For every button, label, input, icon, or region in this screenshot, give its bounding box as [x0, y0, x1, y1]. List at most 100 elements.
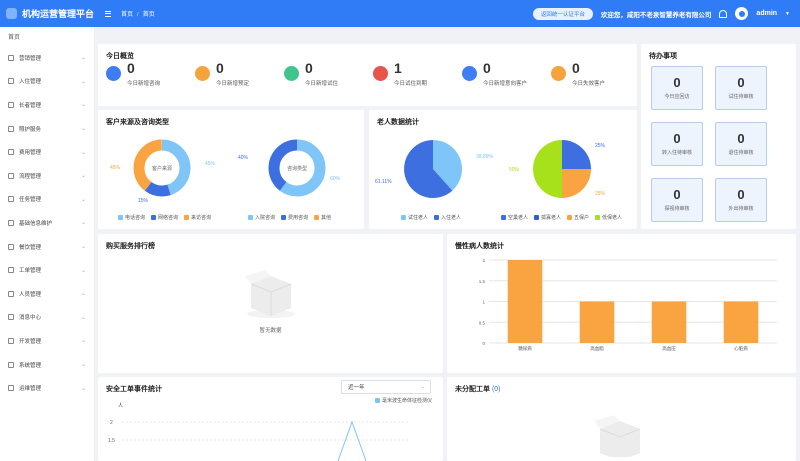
donut2-legend: 入院咨询 费用咨询 其他: [248, 214, 331, 221]
legend-item[interactable]: 空巢老人: [501, 214, 528, 221]
sidebar-item[interactable]: 运维管理 ⌄: [0, 376, 94, 400]
username[interactable]: admin: [756, 10, 777, 17]
legend-item[interactable]: 费用咨询: [281, 214, 308, 221]
staff-icon: [8, 290, 14, 297]
avatar[interactable]: [735, 7, 749, 20]
todo-item[interactable]: 0 退住待审核: [715, 122, 767, 166]
sidebar-item[interactable]: 消息中心 ⌄: [0, 306, 94, 330]
sidebar-item[interactable]: 长者管理 ⌄: [0, 93, 94, 117]
sidebar-home[interactable]: 首页: [0, 27, 94, 46]
chevron-down-icon: ⌄: [80, 102, 86, 109]
sidebar-item[interactable]: 基础信息维护 ⌄: [0, 211, 94, 235]
unassigned-card: 未分配工单 (0): [447, 377, 796, 461]
overview-stat[interactable]: 0 今日新增预定: [187, 60, 272, 88]
sidebar-item[interactable]: 费用管理 ⌄: [0, 140, 94, 164]
todo-count: 0: [737, 131, 745, 146]
sidebar-item-label: 开发管理: [19, 338, 42, 345]
sidebar-item-label: 费用管理: [19, 150, 42, 157]
overview-stat[interactable]: 0 今日失效客户: [543, 60, 628, 88]
bar: [723, 301, 759, 343]
legend-item[interactable]: 来访咨询: [184, 214, 211, 221]
sidebar-item[interactable]: 工单管理 ⌄: [0, 258, 94, 282]
menu-toggle-icon[interactable]: [95, 10, 111, 17]
overview-stat[interactable]: 0 今日新增意向客户: [454, 60, 539, 88]
unassigned-count[interactable]: (0): [492, 386, 501, 393]
todo-item[interactable]: 0 探视待审核: [651, 178, 703, 222]
legend-item[interactable]: 入住老人: [434, 214, 461, 221]
pie1-label: 61.11%: [375, 179, 392, 185]
chevron-down-icon: ⌄: [80, 220, 86, 227]
overview-stat[interactable]: 1 今日试住到期: [365, 60, 450, 88]
chevron-down-icon: ⌄: [80, 55, 86, 62]
sidebar-item-label: 消息中心: [19, 315, 42, 322]
todo-item[interactable]: 0 转入住待审核: [651, 122, 703, 166]
elder-pies: 38.89% 61.11% 25% 50% 25%: [375, 139, 606, 198]
marketing-icon: [8, 54, 14, 61]
message-icon: [8, 314, 14, 321]
stat-value: 1: [394, 60, 402, 76]
sidebar-item[interactable]: 营销管理 ⌄: [0, 46, 94, 70]
breadcrumb-item[interactable]: 首页: [121, 12, 133, 18]
sidebar-item[interactable]: 照护服务 ⌄: [0, 117, 94, 141]
sidebar-item[interactable]: 开发管理 ⌄: [0, 329, 94, 353]
catering-icon: [8, 243, 14, 250]
sidebar-item[interactable]: 系统管理 ⌄: [0, 353, 94, 377]
bar: [579, 301, 615, 343]
bar: [651, 301, 687, 343]
y-tick-label: 0: [482, 341, 485, 346]
customer-source-donuts: 客户来源 45% 45% 15% 咨询类型 40% 60%: [110, 139, 341, 204]
stat-icon: [106, 66, 121, 81]
donut2-center-label: 咨询类型: [287, 165, 307, 172]
sidebar-item[interactable]: 流程管理 ⌄: [0, 164, 94, 188]
overview-stat[interactable]: 0 今日新增咨询: [98, 60, 183, 88]
legend-item[interactable]: 试住老人: [401, 214, 428, 221]
todo-label: 转入住待审核: [661, 150, 692, 156]
welcome-text: 欢迎您，咸阳不老泉智慧养老有限公司: [600, 11, 712, 19]
donut2-label: 60%: [330, 176, 341, 182]
legend-item[interactable]: 入院咨询: [248, 214, 275, 221]
customer-source-card: 客户来源及咨询类型 客户来源 45% 45% 15% 咨询类型 40% 60% …: [98, 110, 364, 229]
legend-item[interactable]: 低保老人: [595, 214, 622, 221]
sidebar-item[interactable]: 入住管理 ⌄: [0, 70, 94, 94]
legend-item[interactable]: 孤寡老人: [534, 214, 561, 221]
chevron-down-icon[interactable]: ▼: [785, 11, 790, 17]
chevron-down-icon: ⌄: [80, 196, 86, 203]
sidebar-item[interactable]: 任务管理 ⌄: [0, 188, 94, 212]
stat-icon: [551, 66, 566, 81]
chevron-down-icon: ⌄: [80, 126, 86, 133]
stat-label: 今日试住到期: [394, 81, 428, 87]
sidebar-item[interactable]: 人员管理 ⌄: [0, 282, 94, 306]
bell-icon[interactable]: [719, 9, 728, 18]
stat-icon: [373, 66, 388, 81]
legend-item[interactable]: 电话咨询: [118, 214, 145, 221]
sidebar-item[interactable]: 餐饮管理 ⌄: [0, 235, 94, 259]
donut1-label: 45%: [110, 165, 121, 171]
app-logo-icon: [6, 8, 17, 19]
brand: 机构运营管理平台: [0, 7, 95, 20]
elder-icon: [8, 101, 14, 108]
dev-icon: [8, 337, 14, 344]
sidebar-item-label: 照护服务: [19, 126, 42, 133]
chevron-down-icon: ⌄: [80, 244, 86, 251]
return-auth-button[interactable]: 返回统一认证平台: [532, 7, 593, 20]
todo-item[interactable]: 0 试住待审核: [715, 66, 767, 110]
todo-item[interactable]: 0 外出待审核: [715, 178, 767, 222]
y-tick-label: 2: [482, 258, 485, 263]
donut1-legend: 电话咨询 网络咨询 来访咨询: [118, 214, 211, 221]
legend-item[interactable]: 网络咨询: [151, 214, 178, 221]
legend-item[interactable]: 五保户: [567, 214, 589, 221]
overview-stat[interactable]: 0 今日新增试住: [276, 60, 361, 88]
purchase-ranking-card: 购买服务排行榜 暂无数据: [98, 234, 443, 373]
overview-card: 今日概览 0 今日新增咨询 0 今日新增预定 0 今日新增试住 1 今日试住到期 0 今日新增意向…: [98, 44, 637, 106]
pie1-legend: 试住老人 入住老人: [401, 214, 461, 221]
donut1-label: 15%: [138, 198, 149, 204]
todo-label: 今日应回访: [664, 94, 690, 100]
todo-item[interactable]: 0 今日应回访: [651, 66, 703, 110]
pie2-legend: 空巢老人 孤寡老人 五保户 低保老人: [501, 214, 622, 221]
y-axis-unit: 人: [118, 403, 123, 409]
legend-item[interactable]: 其他: [314, 214, 331, 221]
y-tick-label: 1: [482, 300, 485, 305]
pie2-label: 25%: [595, 143, 606, 149]
pie1-label: 38.89%: [476, 154, 494, 160]
todo-label: 试住待审核: [728, 94, 754, 100]
